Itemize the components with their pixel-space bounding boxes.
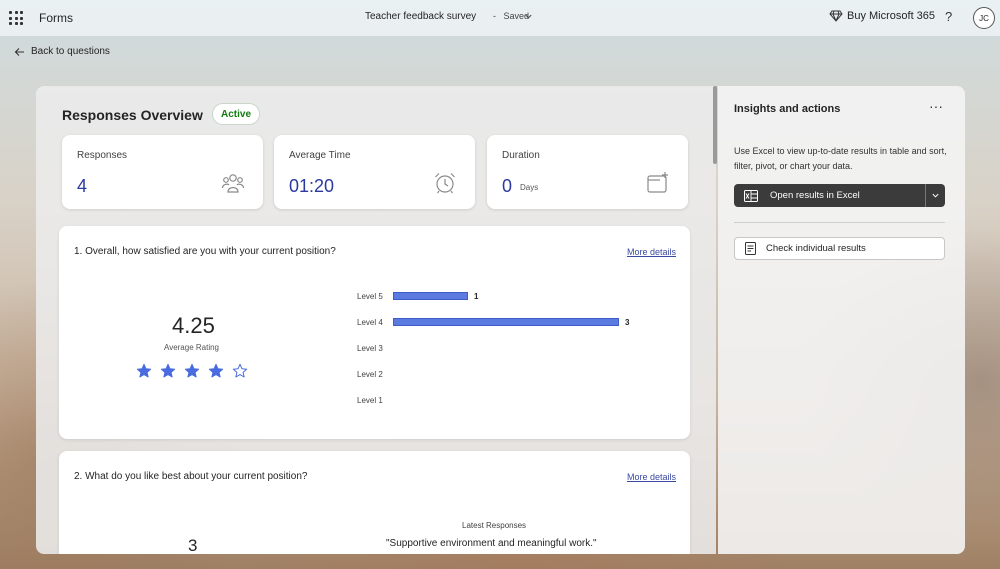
question-card-1: 1. Overall, how satisfied are you with y… [59, 226, 690, 439]
more-options-icon[interactable]: ··· [929, 98, 943, 114]
level-label: Level 3 [357, 343, 383, 353]
page-title: Responses Overview [62, 107, 203, 123]
level-bar [393, 292, 468, 300]
document-list-icon [745, 242, 756, 255]
responses-card: Responses 4 [62, 135, 263, 209]
scrollbar-thumb[interactable] [713, 86, 717, 164]
check-individual-results-label: Check individual results [766, 243, 866, 254]
latest-responses-label: Latest Responses [462, 521, 527, 530]
duration-card: Duration 0 Days [487, 135, 688, 209]
level-row: Level 4 3 [357, 316, 629, 328]
average-rating-label: Average Rating [164, 343, 219, 352]
duration-unit: Days [520, 182, 539, 192]
chevron-down-icon[interactable] [524, 12, 533, 21]
level-row: Level 1 [357, 394, 399, 406]
insights-description: Use Excel to view up-to-date results in … [734, 146, 947, 171]
average-rating-value: 4.25 [172, 313, 215, 338]
stat-value: 0 Days [502, 176, 538, 197]
star-outline-icon [232, 363, 248, 378]
latest-response-text: "Supportive environment and meaningful w… [386, 538, 597, 549]
status-separator: - [493, 11, 496, 21]
star-filled-icon [184, 363, 200, 378]
stat-value: 01:20 [289, 176, 335, 196]
diamond-icon [829, 10, 843, 22]
duration-value: 0 [502, 176, 513, 196]
app-launcher-icon[interactable] [9, 11, 23, 25]
insights-panel: Insights and actions ··· Use Excel to vi… [718, 86, 965, 554]
chevron-down-icon [932, 193, 939, 198]
avatar[interactable]: JC [973, 7, 995, 29]
level-count: 3 [625, 317, 630, 327]
open-in-excel-button[interactable]: Open results in Excel [734, 184, 945, 207]
buy-microsoft-365-button[interactable]: Buy Microsoft 365 [829, 10, 935, 22]
level-row: Level 3 [357, 342, 399, 354]
top-bar: Forms Teacher feedback survey - Saved Bu… [0, 0, 1000, 36]
stat-label: Average Time [289, 150, 351, 161]
average-time-card: Average Time 01:20 [274, 135, 475, 209]
calendar-add-icon [647, 172, 668, 193]
more-details-link[interactable]: More details [627, 247, 676, 257]
level-count: 1 [474, 291, 479, 301]
document-title[interactable]: Teacher feedback survey [365, 11, 476, 22]
back-to-questions-link[interactable]: Back to questions [14, 46, 110, 57]
level-label: Level 5 [357, 291, 383, 301]
star-filled-icon [160, 363, 176, 378]
help-icon[interactable]: ? [945, 9, 952, 24]
level-bar [393, 318, 619, 326]
stat-label: Responses [77, 150, 128, 161]
level-label: Level 1 [357, 395, 383, 405]
people-icon [221, 174, 245, 193]
question-title: 1. Overall, how satisfied are you with y… [74, 246, 336, 257]
star-filled-icon [136, 363, 152, 378]
alarm-clock-icon [435, 173, 455, 194]
stat-label: Duration [502, 150, 540, 161]
responses-panel: Responses Overview Active Responses 4 Av… [36, 86, 716, 554]
star-filled-icon [208, 363, 224, 378]
level-label: Level 4 [357, 317, 383, 327]
open-in-excel-label: Open results in Excel [770, 190, 860, 201]
status-badge: Active [212, 103, 261, 125]
app-name[interactable]: Forms [39, 11, 73, 25]
more-details-link[interactable]: More details [627, 472, 676, 482]
back-label: Back to questions [31, 46, 110, 57]
arrow-left-icon [14, 47, 24, 56]
stat-value: 4 [77, 176, 88, 196]
level-row: Level 2 [357, 368, 399, 380]
insights-title: Insights and actions [734, 103, 841, 115]
response-count: 3 [188, 536, 198, 554]
star-rating [136, 363, 248, 379]
buy-label: Buy Microsoft 365 [847, 10, 936, 22]
excel-icon [744, 189, 758, 202]
question-card-2: 2. What do you like best about your curr… [59, 451, 690, 554]
level-label: Level 2 [357, 369, 383, 379]
check-individual-results-button[interactable]: Check individual results [734, 237, 945, 260]
level-row: Level 5 1 [357, 290, 478, 302]
question-title: 2. What do you like best about your curr… [74, 471, 308, 482]
divider [734, 222, 945, 223]
excel-options-button[interactable] [925, 184, 945, 207]
